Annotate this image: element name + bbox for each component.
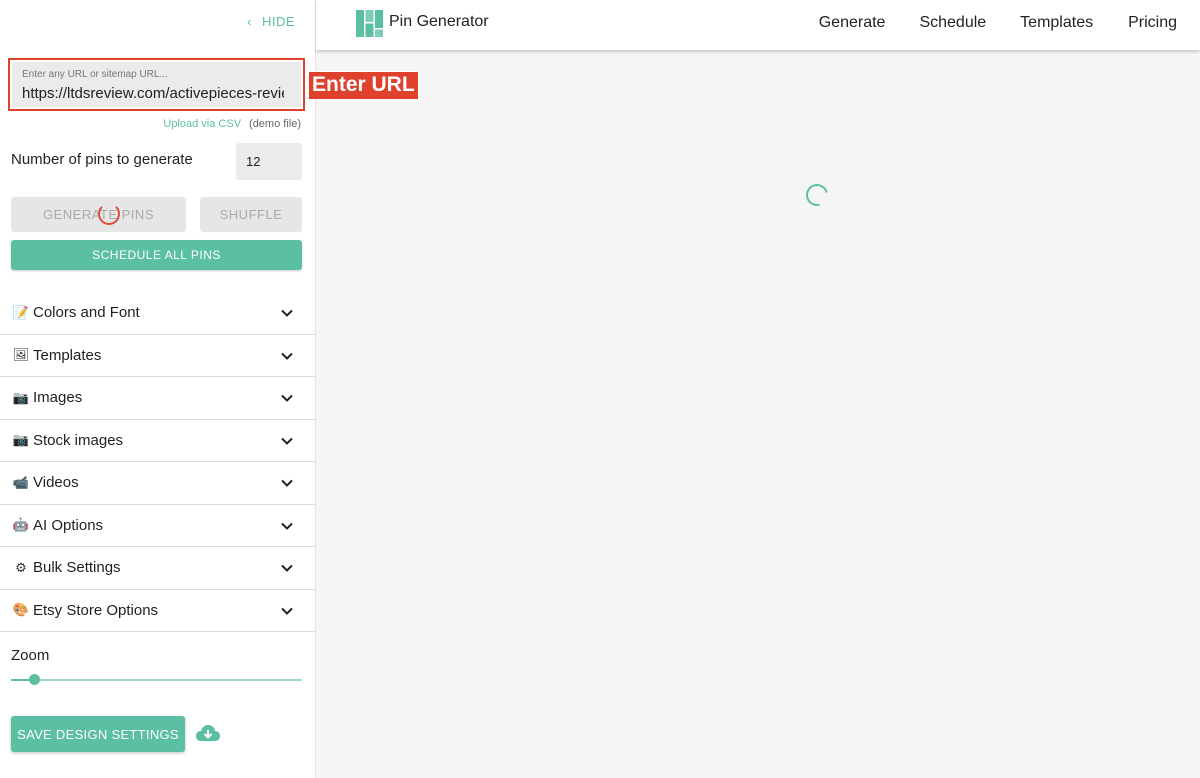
enter-url-callout: Enter URL — [308, 71, 419, 100]
hide-label: HIDE — [261, 14, 295, 29]
chevron-down-icon — [281, 564, 293, 572]
accordion-item[interactable]: 🤖 AI Options — [0, 505, 315, 547]
accordion-item-label: Images — [33, 389, 83, 407]
url-input-value[interactable]: https://ltdsreview.com/activepieces-revi… — [22, 85, 284, 102]
nav-pricing[interactable]: Pricing — [1128, 0, 1177, 46]
loading-spinner-icon — [801, 179, 833, 211]
accordion-item[interactable]: 📷 Stock images — [0, 420, 315, 462]
accordion-item-label: Templates — [33, 346, 102, 364]
chevron-down-icon — [281, 352, 293, 360]
pins-count-label: Number of pins to generate — [11, 151, 193, 168]
cloud-download-icon[interactable] — [195, 723, 221, 745]
chevron-down-icon — [281, 607, 293, 615]
pin-generator-logo-icon — [356, 10, 383, 37]
url-input-placeholder: Enter any URL or sitemap URL... — [22, 69, 168, 80]
accordion-item-label: Bulk Settings — [33, 559, 121, 577]
url-input[interactable]: Enter any URL or sitemap URL... https://… — [12, 62, 301, 107]
brand-name[interactable]: Pin Generator — [389, 13, 489, 31]
top-nav: Generate Schedule Templates Pricing — [819, 0, 1200, 46]
camera-emoji: 📷 — [12, 389, 30, 405]
demo-file-link[interactable]: (demo file) — [249, 118, 301, 130]
chevron-down-icon — [281, 309, 293, 317]
accordion-item[interactable]: 🎨 Etsy Store Options — [0, 590, 315, 632]
accordion-item[interactable]: 📹 Videos — [0, 462, 315, 505]
nav-schedule[interactable]: Schedule — [919, 0, 986, 46]
robot-emoji: 🤖 — [12, 517, 30, 533]
settings-accordion: 📝 Colors and Font 🖼 Templates 📷 Images 📷 Stock … — [0, 292, 315, 632]
shuffle-label: SHUFFLE — [219, 207, 283, 222]
schedule-all-pins-button[interactable]: SCHEDULE ALL PINS — [11, 240, 302, 270]
memo-emoji: 📝 — [12, 304, 30, 320]
save-design-settings-button[interactable]: SAVE DESIGN SETTINGS — [11, 716, 185, 752]
schedule-all-pins-label: SCHEDULE ALL PINS — [92, 248, 221, 262]
upload-csv-link[interactable]: Upload via CSV — [163, 118, 241, 130]
zoom-slider[interactable] — [11, 674, 302, 685]
zoom-slider-thumb[interactable] — [29, 674, 41, 685]
nav-templates[interactable]: Templates — [1020, 0, 1093, 46]
zoom-label: Zoom — [11, 647, 50, 664]
chevron-down-icon — [281, 394, 293, 402]
accordion-item-label: AI Options — [33, 516, 104, 534]
gear-emoji: ⚙ — [15, 559, 27, 575]
accordion-item[interactable]: 📷 Images — [0, 377, 315, 420]
url-highlight-box: Enter any URL or sitemap URL... https://… — [8, 58, 305, 111]
accordion-item-label: Colors and Font — [33, 304, 140, 322]
save-design-settings-label: SAVE DESIGN SETTINGS — [17, 726, 179, 742]
top-header: Pin Generator Generate Schedule Template… — [316, 0, 1200, 50]
generate-pins-button[interactable]: GENERATE PINS — [11, 197, 186, 232]
accordion-item-label: Etsy Store Options — [33, 601, 159, 619]
hide-sidebar-button[interactable]: ‹ HIDE — [247, 14, 295, 29]
accordion-item[interactable]: 📝 Colors and Font — [0, 292, 315, 335]
accordion-item-label: Stock images — [33, 431, 124, 449]
chevron-down-icon — [281, 522, 293, 530]
camera-emoji: 📷 — [12, 432, 30, 448]
shuffle-button[interactable]: SHUFFLE — [200, 197, 302, 232]
upload-row: Upload via CSV (demo file) — [163, 118, 301, 130]
video-camera-emoji: 📹 — [12, 474, 30, 490]
framed-picture-emoji: 🖼 — [12, 347, 30, 363]
chevron-left-icon: ‹ — [247, 14, 252, 29]
pins-count-input[interactable]: 12 — [236, 143, 302, 180]
sidebar: ‹ HIDE Enter any URL or sitemap URL... h… — [0, 0, 316, 778]
nav-generate[interactable]: Generate — [819, 0, 886, 46]
accordion-item[interactable]: 🖼 Templates — [0, 335, 315, 377]
loading-spinner-icon — [98, 203, 120, 225]
palette-emoji: 🎨 — [12, 602, 30, 618]
accordion-item-label: Videos — [33, 474, 79, 492]
chevron-down-icon — [281, 437, 293, 445]
accordion-item[interactable]: ⚙ Bulk Settings — [0, 547, 315, 590]
chevron-down-icon — [281, 479, 293, 487]
